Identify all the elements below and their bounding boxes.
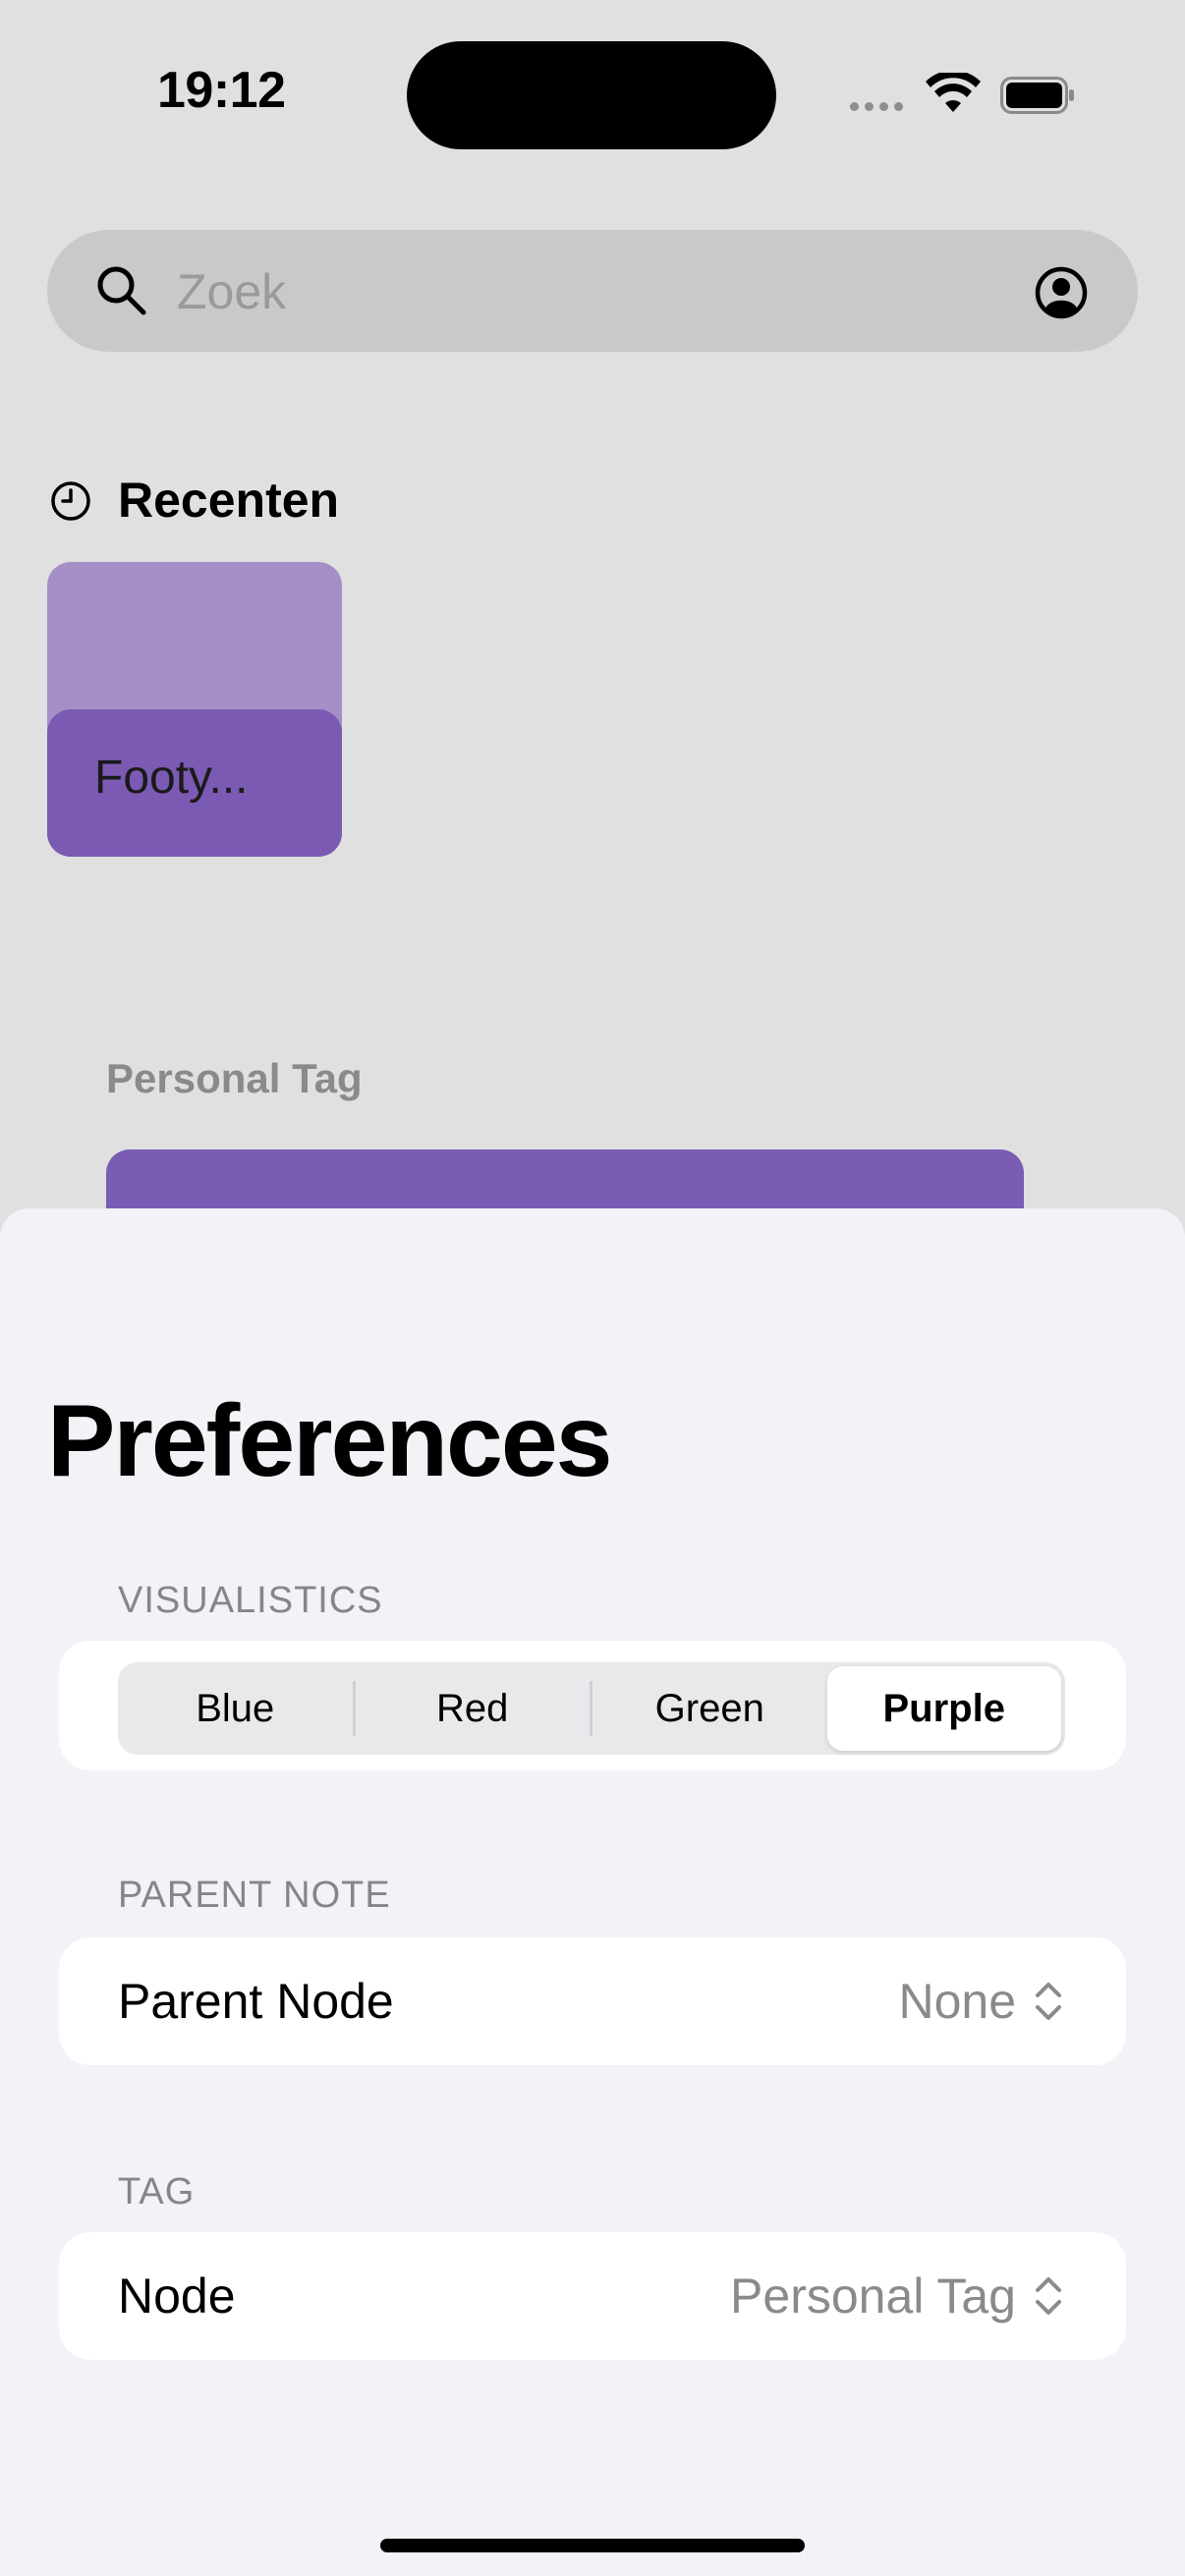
home-indicator[interactable] bbox=[380, 2539, 805, 2552]
personal-tag-heading: Personal Tag bbox=[106, 1055, 363, 1101]
parent-note-section-label: PARENT NOTE bbox=[118, 1875, 391, 1916]
wifi-icon bbox=[926, 73, 981, 112]
battery-icon bbox=[1000, 77, 1074, 114]
visualistics-section-label: VISUALISTICS bbox=[118, 1580, 383, 1621]
chevron-up-down-icon bbox=[1036, 1983, 1061, 2020]
recents-heading: Recenten bbox=[118, 473, 340, 528]
segment-green[interactable]: Green bbox=[592, 1666, 827, 1751]
clock-icon bbox=[51, 481, 90, 521]
tag-node-value: Personal Tag bbox=[730, 2268, 1016, 2324]
account-icon[interactable] bbox=[1034, 265, 1089, 320]
tag-node-picker[interactable]: Personal Tag bbox=[730, 2268, 1063, 2324]
cellular-signal-icon bbox=[850, 102, 903, 111]
segment-purple[interactable]: Purple bbox=[826, 1666, 1061, 1751]
dynamic-island bbox=[407, 41, 776, 149]
tag-node-label: Node bbox=[118, 2268, 236, 2324]
parent-node-value: None bbox=[898, 1974, 1016, 2029]
status-time: 19:12 bbox=[157, 62, 286, 119]
parent-node-picker[interactable]: None bbox=[898, 1973, 1063, 2030]
recent-note-card-label: Footy... bbox=[94, 752, 249, 804]
tag-section-label: TAG bbox=[118, 2171, 196, 2212]
chevron-up-down-icon bbox=[1036, 2277, 1061, 2315]
segment-red[interactable]: Red bbox=[356, 1666, 591, 1751]
sheet-title: Preferences bbox=[47, 1384, 613, 1498]
recent-note-card[interactable]: Footy... bbox=[47, 562, 342, 857]
search-input[interactable] bbox=[177, 257, 983, 326]
parent-node-label: Parent Node bbox=[118, 1974, 394, 2029]
segment-blue[interactable]: Blue bbox=[118, 1666, 353, 1751]
color-segmented-control[interactable]: Blue Red Green Purple bbox=[118, 1662, 1065, 1755]
search-icon bbox=[97, 266, 146, 315]
